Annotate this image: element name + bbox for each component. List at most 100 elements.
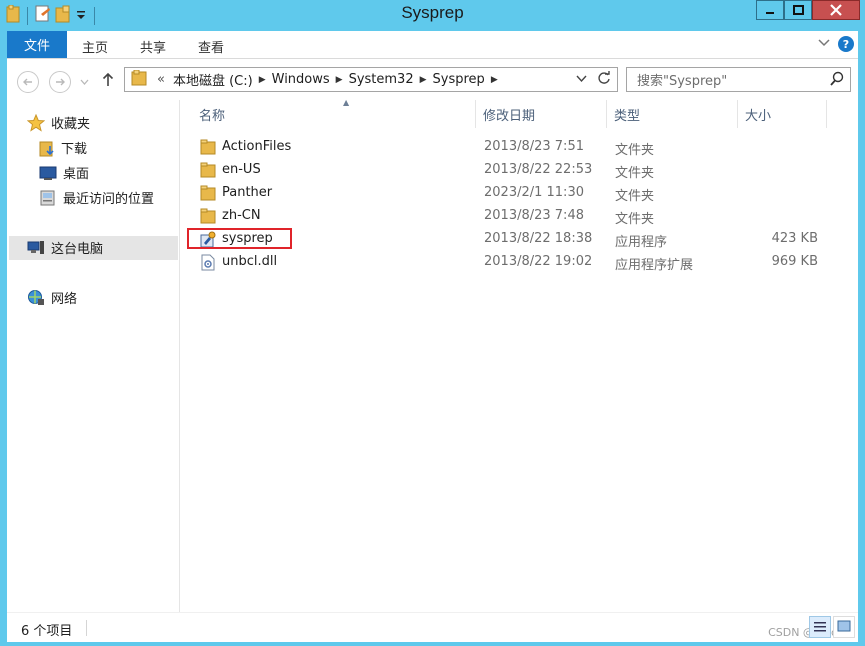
file-size: 969 KB [771, 254, 818, 269]
folder-icon [200, 139, 216, 159]
recent-places-icon [40, 190, 55, 205]
folder-icon [200, 162, 216, 182]
folder-icon [200, 208, 216, 228]
maximize-button[interactable] [784, 0, 812, 20]
large-icons-view-button[interactable] [833, 616, 855, 638]
column-header-size[interactable]: 大小 [739, 100, 827, 128]
file-size: 423 KB [771, 231, 818, 246]
column-label-name: 名称 [199, 108, 226, 124]
forward-button[interactable] [49, 71, 71, 93]
column-label-size: 大小 [745, 108, 772, 124]
folder-icon [131, 69, 147, 90]
nav-item-favorites[interactable]: 收藏夹 [27, 113, 90, 132]
file-type: 应用程序 [615, 235, 668, 250]
nav-item-this-pc[interactable]: 这台电脑 [27, 238, 103, 257]
nav-item-downloads[interactable]: 下载 [39, 138, 87, 157]
nav-label-desktop: 桌面 [63, 167, 90, 182]
ribbon-tabs: 文件 主页 共享 查看 ? [7, 31, 858, 58]
help-icon[interactable]: ? [838, 36, 854, 52]
item-count: 6 个项目 [21, 624, 73, 639]
file-list: ▲ 名称 修改日期 类型 大小 ActionFiles 2013/8/23 7:… [180, 98, 858, 612]
column-header-date[interactable]: 修改日期 [477, 100, 607, 128]
file-date: 2023/2/1 11:30 [484, 185, 584, 200]
computer-icon [27, 240, 44, 254]
nav-label-this-pc: 这台电脑 [51, 242, 104, 257]
file-row[interactable]: ActionFiles 2013/8/23 7:51 文件夹 [180, 136, 858, 159]
nav-label-network: 网络 [51, 292, 78, 307]
column-header-name[interactable]: ▲ 名称 [193, 98, 476, 128]
file-type: 文件夹 [615, 166, 655, 181]
nav-item-desktop[interactable]: 桌面 [39, 163, 89, 182]
downloads-folder-icon [39, 141, 54, 156]
breadcrumb-sysprep[interactable]: Sysprep [433, 72, 485, 87]
details-view-icon [814, 622, 826, 632]
dll-icon [200, 254, 216, 275]
address-dropdown-icon[interactable] [576, 71, 587, 88]
refresh-icon[interactable] [597, 71, 611, 88]
file-date: 2013/8/22 22:53 [484, 162, 593, 177]
file-row[interactable]: Panther 2023/2/1 11:30 文件夹 [180, 182, 858, 205]
file-row[interactable]: en-US 2013/8/22 22:53 文件夹 [180, 159, 858, 182]
recent-locations-icon[interactable] [80, 75, 89, 90]
forward-arrow-icon [56, 78, 65, 86]
content-area: 收藏夹 下载 桌面 最近访问的位置 这台电脑 网络 ▲ 名称 修改日期 类型 大… [7, 98, 858, 612]
column-label-type: 类型 [614, 108, 641, 124]
back-arrow-icon [23, 78, 32, 86]
up-arrow-icon [102, 72, 114, 86]
file-type: 文件夹 [615, 143, 655, 158]
desktop-icon [39, 166, 57, 180]
up-button[interactable] [102, 72, 114, 91]
star-icon [27, 113, 45, 132]
navigation-pane: 收藏夹 下载 桌面 最近访问的位置 这台电脑 网络 [7, 100, 180, 612]
status-bar: 6 个项目 CSDN @Sir.ch [7, 612, 858, 642]
breadcrumb-windows[interactable]: Windows [272, 72, 330, 87]
close-button[interactable] [812, 0, 860, 20]
file-name: Panther [222, 185, 273, 200]
file-date: 2013/8/22 19:02 [484, 254, 593, 269]
details-view-button[interactable] [809, 616, 831, 638]
file-row[interactable]: unbcl.dll 2013/8/22 19:02 应用程序扩展 969 KB [180, 251, 858, 274]
column-header-type[interactable]: 类型 [608, 100, 738, 128]
search-box[interactable]: 搜索"Sysprep" [626, 67, 851, 92]
breadcrumb-chevron-icon[interactable]: ▶ [491, 75, 498, 85]
file-type: 应用程序扩展 [615, 258, 694, 273]
minimize-button[interactable] [756, 0, 784, 20]
breadcrumb-chevron-icon[interactable]: ▶ [336, 75, 343, 85]
file-name: ActionFiles [222, 139, 292, 154]
file-name: unbcl.dll [222, 254, 278, 269]
window-title: Sysprep [401, 3, 464, 22]
annotation-highlight-box [187, 228, 292, 249]
address-bar[interactable]: « 本地磁盘 (C:) ▶ Windows ▶ System32 ▶ Syspr… [124, 67, 618, 92]
file-name: zh-CN [222, 208, 261, 223]
search-icon[interactable] [830, 71, 844, 91]
breadcrumb-chevron-icon[interactable]: ▶ [420, 75, 427, 85]
nav-label-favorites: 收藏夹 [51, 117, 91, 132]
network-icon [28, 289, 44, 305]
file-date: 2013/8/23 7:51 [484, 139, 584, 154]
breadcrumb-chevron-icon[interactable]: ▶ [259, 75, 266, 85]
title-bar: Sysprep [0, 0, 865, 30]
tab-view[interactable]: 查看 [198, 37, 224, 56]
file-date: 2013/8/22 18:38 [484, 231, 593, 246]
breadcrumb-local-disk[interactable]: 本地磁盘 (C:) [173, 70, 253, 89]
breadcrumb-overflow[interactable]: « [157, 72, 165, 87]
sort-ascending-icon: ▲ [343, 98, 350, 107]
explorer-window: Sysprep 文件 主页 共享 查看 ? « 本地磁盘 (C:) ▶ Wind… [0, 0, 865, 646]
nav-label-downloads: 下载 [61, 142, 88, 157]
back-button[interactable] [17, 71, 39, 93]
file-name: en-US [222, 162, 261, 177]
large-icons-view-icon [837, 620, 851, 632]
file-type: 文件夹 [615, 212, 655, 227]
maximize-icon [792, 5, 804, 15]
nav-item-recent-places[interactable]: 最近访问的位置 [39, 188, 154, 207]
search-placeholder: 搜索"Sysprep" [637, 74, 728, 89]
tab-share[interactable]: 共享 [140, 37, 166, 56]
tab-file[interactable]: 文件 [7, 31, 67, 58]
nav-label-recent-places: 最近访问的位置 [63, 192, 155, 207]
file-type: 文件夹 [615, 189, 655, 204]
expand-ribbon-icon[interactable] [818, 37, 830, 52]
file-row[interactable]: zh-CN 2013/8/23 7:48 文件夹 [180, 205, 858, 228]
tab-home[interactable]: 主页 [82, 37, 108, 56]
nav-item-network[interactable]: 网络 [27, 288, 77, 307]
breadcrumb-system32[interactable]: System32 [349, 72, 414, 87]
